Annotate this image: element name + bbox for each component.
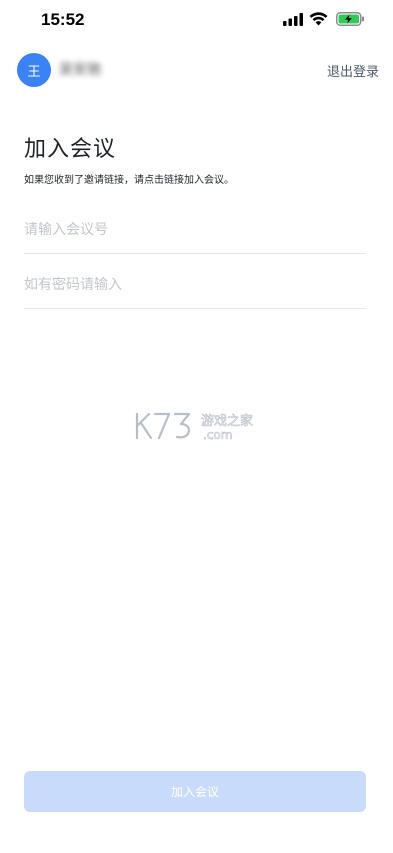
avatar[interactable]: 王 <box>17 53 51 87</box>
page-title: 加入会议 <box>24 137 117 162</box>
password-field <box>24 261 366 309</box>
battery-charging-icon <box>336 12 364 26</box>
status-bar: 15:52 <box>0 0 393 44</box>
join-meeting-button[interactable]: 加入会议 <box>24 771 366 812</box>
user-name: 吴安驰 <box>59 62 101 78</box>
meeting-id-input[interactable] <box>24 206 366 253</box>
status-time: 15:52 <box>41 10 85 29</box>
watermark-domain-text: .com <box>203 428 232 442</box>
join-meeting-button-label: 加入会议 <box>170 785 219 799</box>
meeting-id-field <box>24 206 366 254</box>
k73-watermark-logo: 游戏之家 .com <box>134 411 253 442</box>
password-input[interactable] <box>24 261 366 308</box>
avatar-initial: 王 <box>27 64 41 80</box>
page-hint: 如果您收到了邀请链接，请点击链接加入会议。 <box>24 175 234 186</box>
cellular-signal-icon <box>283 13 303 26</box>
join-meeting-screen: 15:52 王 吴安驰 退出登录 加入会议 如果您收到了邀请链接，请点击链接加入… <box>0 0 393 853</box>
logout-button[interactable]: 退出登录 <box>327 61 379 80</box>
wifi-icon <box>309 12 328 26</box>
watermark-cn-text: 游戏之家 <box>201 413 253 429</box>
